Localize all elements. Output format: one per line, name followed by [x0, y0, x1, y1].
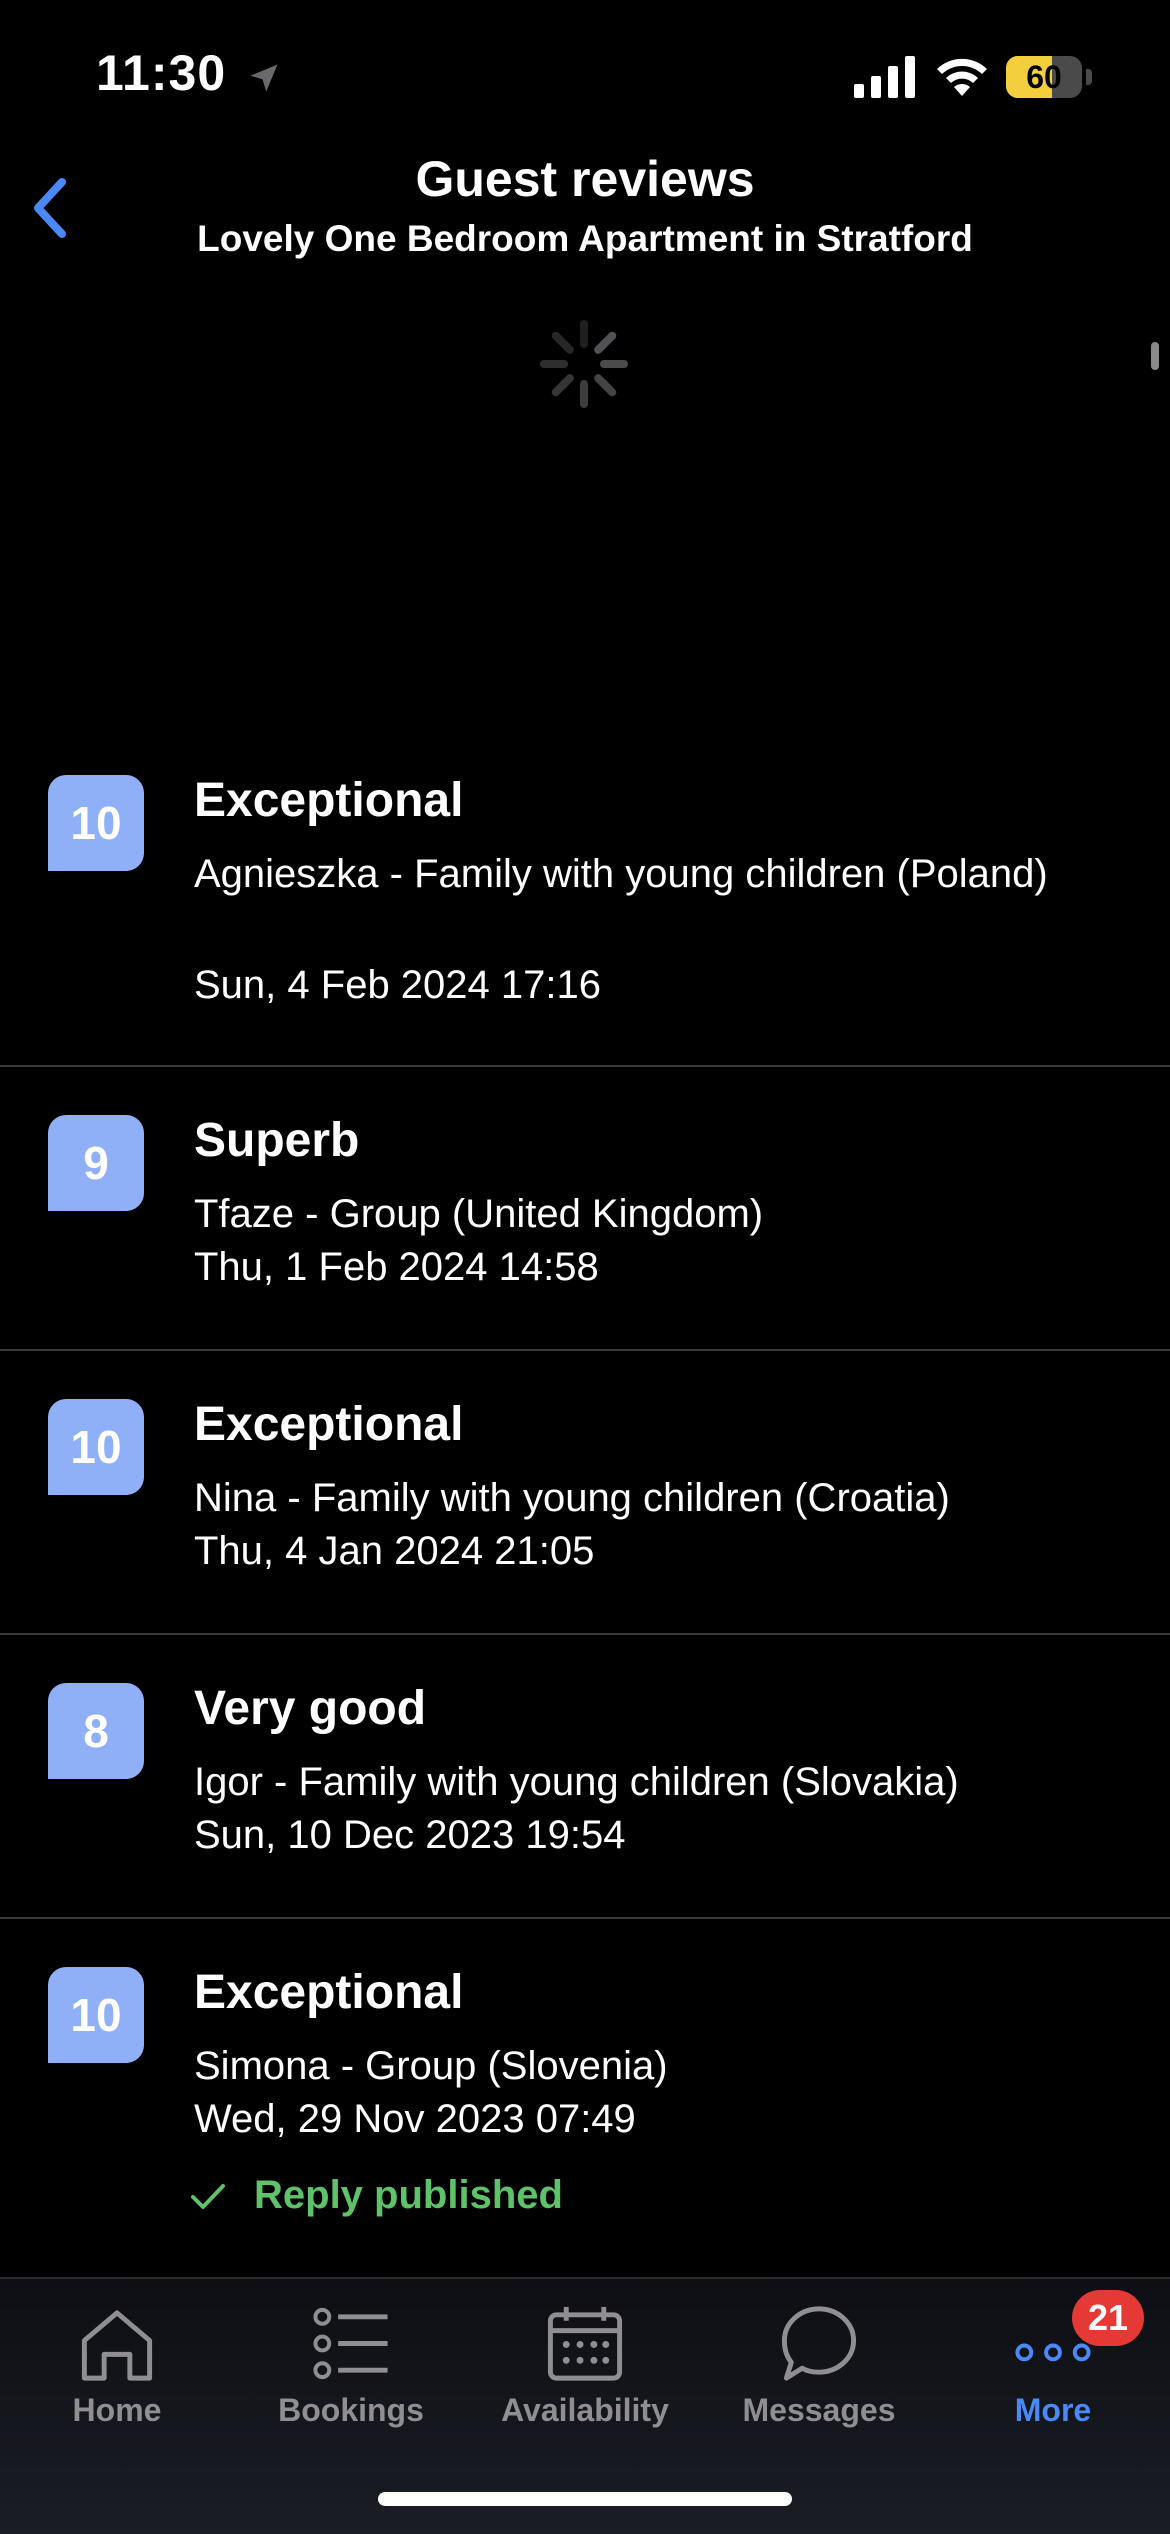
tab-label: Bookings [278, 2392, 424, 2428]
location-arrow-icon [250, 64, 278, 92]
score-badge: 9 [48, 1115, 144, 1211]
tab-messages[interactable]: Messages [702, 2279, 936, 2429]
calendar-icon [547, 2306, 623, 2381]
review-rating-label: Very good [194, 1682, 427, 1735]
tab-bookings[interactable]: Bookings [234, 2279, 468, 2429]
home-icon [81, 2310, 153, 2381]
wifi-icon [937, 58, 987, 96]
review-guest: Agnieszka - Family with young children (… [194, 852, 1048, 896]
review-date: Sun, 4 Feb 2024 17:16 [194, 963, 601, 1007]
page-title: Guest reviews [415, 151, 755, 207]
review-guest: Nina - Family with young children (Croat… [194, 1476, 950, 1520]
checkmark-icon [191, 2183, 225, 2209]
tab-label: Messages [742, 2392, 896, 2428]
score-badge: 10 [48, 1967, 144, 2063]
review-rating-label: Exceptional [194, 774, 464, 827]
tab-label: More [1014, 2392, 1092, 2428]
score-badge: 10 [48, 775, 144, 871]
review-date: Wed, 29 Nov 2023 07:49 [194, 2097, 636, 2141]
tab-home[interactable]: Home [0, 2279, 234, 2429]
review-guest: Simona - Group (Slovenia) [194, 2044, 668, 2088]
review-date: Thu, 4 Jan 2024 21:05 [194, 1529, 595, 1573]
review-rating-label: Exceptional [194, 1398, 464, 1451]
review-list: 10 Exceptional Agnieszka - Family with y… [0, 745, 1170, 2281]
review-guest: Igor - Family with young children (Slova… [194, 1760, 959, 1804]
tab-availability[interactable]: Availability [468, 2279, 702, 2429]
notification-badge: 21 [1072, 2290, 1144, 2346]
spinner-spoke [594, 331, 617, 354]
battery-indicator: 60 [1006, 56, 1094, 98]
list-icon [313, 2307, 388, 2380]
scroll-indicator[interactable] [1151, 342, 1159, 370]
review-item[interactable]: 10 Exceptional Nina - Family with young … [0, 1351, 1170, 1635]
tab-label: Home [72, 2392, 162, 2428]
reply-status: Reply published [191, 2173, 563, 2218]
status-bar: 11:30 60 [0, 0, 1170, 150]
score-badge: 8 [48, 1683, 144, 1779]
review-item[interactable]: 8 Very good Igor - Family with young chi… [0, 1635, 1170, 1919]
review-rating-label: Exceptional [194, 1966, 464, 2019]
score-badge: 10 [48, 1399, 144, 1495]
review-item[interactable]: 9 Superb Tfaze - Group (United Kingdom) … [0, 1067, 1170, 1351]
spinner-spoke [551, 331, 574, 354]
spinner-spoke [594, 374, 617, 397]
review-rating-label: Superb [194, 1114, 360, 1167]
review-date: Thu, 1 Feb 2024 14:58 [194, 1245, 599, 1289]
review-guest: Tfaze - Group (United Kingdom) [194, 1192, 764, 1236]
property-name: Lovely One Bedroom Apartment in Stratfor… [197, 218, 973, 259]
review-item[interactable]: 10 Exceptional Agnieszka - Family with y… [0, 745, 1170, 1067]
cellular-signal-icon [854, 56, 915, 98]
status-time: 11:30 [96, 45, 227, 101]
review-item[interactable]: 10 Exceptional Simona - Group (Slovenia)… [0, 1919, 1170, 2281]
battery-level: 60 [1026, 59, 1062, 95]
reply-status-label: Reply published [254, 2173, 563, 2217]
loading-spinner-icon [540, 320, 628, 408]
home-indicator[interactable] [378, 2492, 792, 2506]
chat-bubble-icon [781, 2306, 857, 2381]
tab-label: Availability [501, 2392, 669, 2428]
review-date: Sun, 10 Dec 2023 19:54 [194, 1813, 626, 1857]
spinner-spoke [551, 374, 574, 397]
